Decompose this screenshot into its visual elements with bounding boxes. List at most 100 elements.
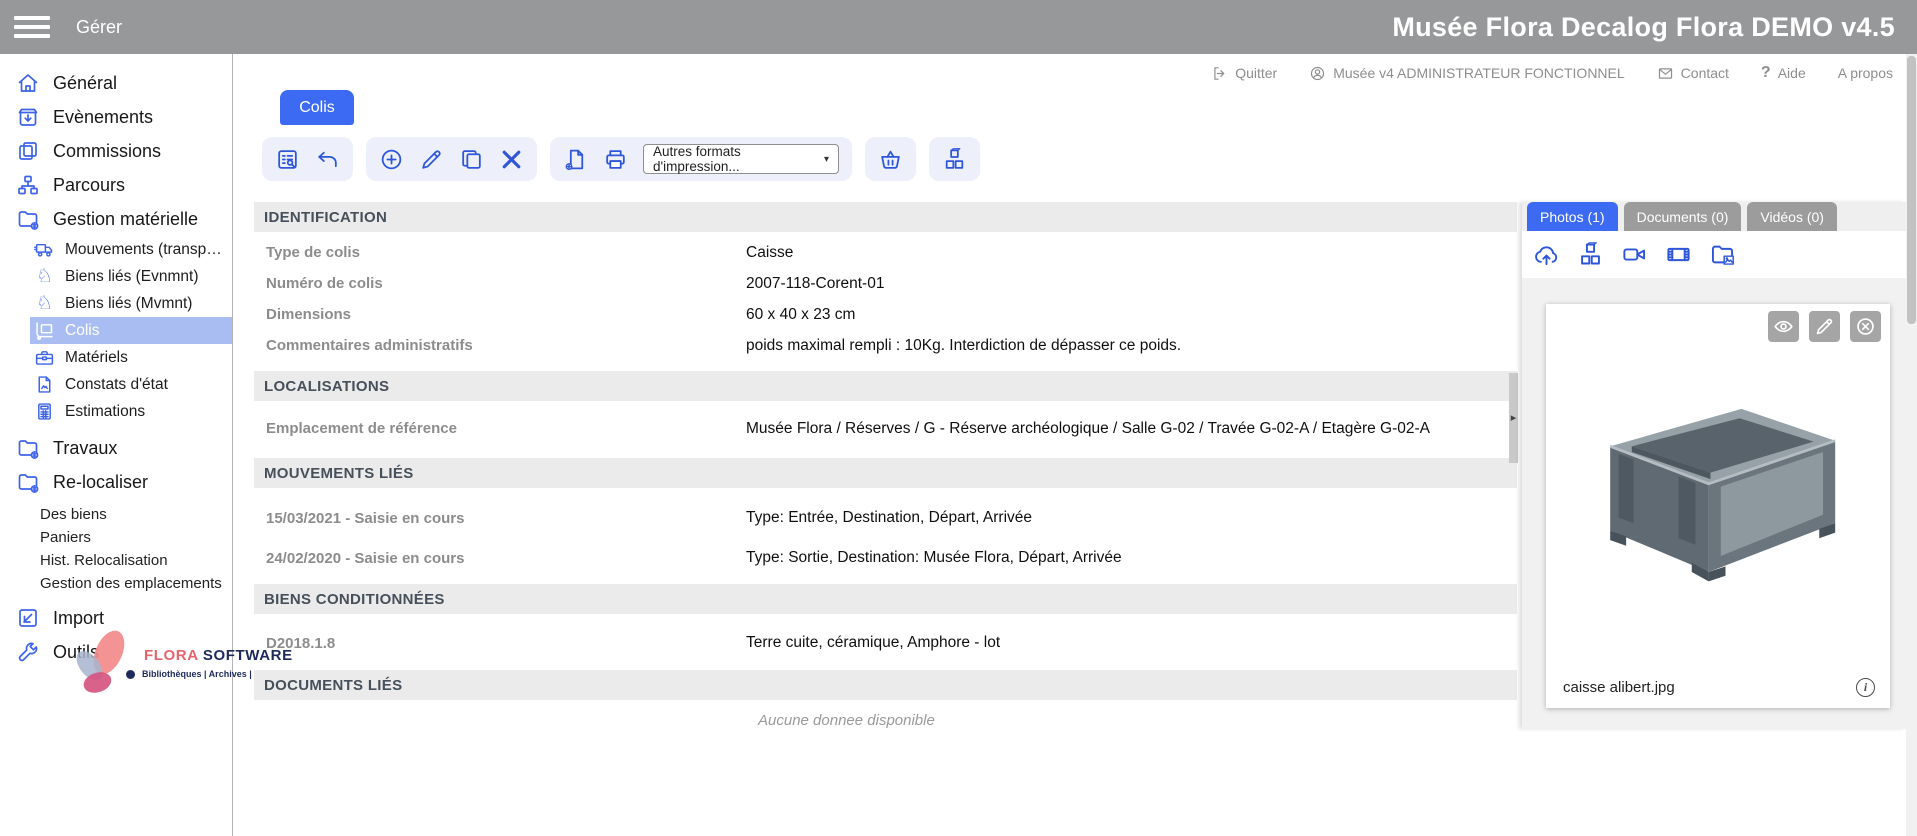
contact-button[interactable]: Contact (1657, 65, 1729, 82)
filmstrip-button[interactable] (1665, 241, 1692, 268)
basket-icon (878, 147, 903, 172)
sidebar-item-materiels[interactable]: Matériels (30, 344, 232, 371)
sidebar-item-label: Général (53, 72, 118, 93)
sidebar-item-des-biens[interactable]: Des biens (0, 503, 232, 526)
image-folder-button[interactable] (1709, 241, 1736, 268)
export-document-button[interactable] (563, 147, 588, 172)
item-row: D2018.1.8 Terre cuite, céramique, Amphor… (254, 624, 1517, 662)
section-localisations-rows: Emplacement de référence Musée Flora / R… (254, 401, 1517, 458)
sidebar-item-gestion-emplacements[interactable]: Gestion des emplacements (0, 572, 232, 595)
sidebar-item-paniers[interactable]: Paniers (0, 526, 232, 549)
sidebar-item-parcours[interactable]: Parcours (0, 168, 232, 202)
tab-photos[interactable]: Photos (1) (1527, 202, 1618, 231)
scrollbar-thumb[interactable] (1907, 56, 1916, 324)
print-format-select[interactable]: Autres formats d'impression... ▾ (643, 144, 839, 174)
sidebar-item-constats[interactable]: Constats d'état (30, 371, 232, 398)
user-label: Musée v4 ADMINISTRATEUR FONCTIONNEL (1333, 65, 1625, 81)
basket-button[interactable] (878, 147, 903, 172)
remove-photo-button[interactable] (1850, 311, 1881, 342)
logo-dot-icon (126, 669, 135, 679)
field-row: Emplacement de référence Musée Flora / R… (254, 413, 1517, 444)
sidebar-item-gestion-materielle[interactable]: Gestion matérielle (0, 202, 232, 236)
photo-card: caisse alibert.jpg i (1546, 304, 1890, 708)
cubes-icon (942, 147, 967, 172)
sidebar-item-hist-relocalisation[interactable]: Hist. Relocalisation (0, 549, 232, 572)
sidebar-item-biens-lies-mvmnt[interactable]: ♘ Biens liés (Mvmnt) (30, 290, 232, 317)
field-value: 60 x 40 x 23 cm (746, 305, 856, 323)
edit-button[interactable] (419, 147, 444, 172)
chevron-down-icon: ▾ (823, 153, 829, 165)
undo-button[interactable] (315, 147, 340, 172)
tab-colis[interactable]: Colis (280, 90, 354, 125)
sidebar-item-mouvements[interactable]: Mouvements (transp… (30, 236, 232, 263)
about-button[interactable]: A propos (1838, 65, 1893, 81)
field-value: poids maximal rempli : 10Kg. Interdictio… (746, 336, 1182, 354)
video-capture-button[interactable] (1621, 241, 1648, 268)
printer-icon (603, 147, 628, 172)
question-mark-icon: ? (1760, 64, 1771, 81)
help-button[interactable]: ? Aide (1761, 64, 1806, 82)
sidebar-item-label: Matériels (65, 348, 128, 366)
sidebar-item-label: Gestion matérielle (53, 208, 199, 229)
media-cubes-button[interactable] (1577, 241, 1604, 268)
hamburger-menu-icon[interactable] (14, 11, 50, 43)
tab-videos[interactable]: Vidéos (0) (1747, 202, 1837, 231)
print-button[interactable] (603, 147, 628, 172)
vertical-scrollbar[interactable] (1906, 54, 1917, 836)
sidebar-item-label: Re-localiser (53, 471, 149, 492)
toolbar: Autres formats d'impression... ▾ (262, 137, 980, 181)
sidebar-item-estimations[interactable]: Estimations (30, 398, 232, 425)
sidebar-item-biens-lies-evnmnt[interactable]: ♘ Biens liés (Evnmnt) (30, 263, 232, 290)
section-header-biens: BIENS CONDITIONNÉES (254, 584, 1517, 614)
delete-button[interactable] (499, 147, 524, 172)
photo-filename: caisse alibert.jpg (1563, 679, 1675, 696)
sidebar-item-general[interactable]: Général (0, 66, 232, 100)
logout-icon (1211, 65, 1228, 82)
sidebar-item-travaux[interactable]: Travaux (0, 431, 232, 465)
sidebar-item-label: Biens liés (Evnmnt) (65, 267, 199, 285)
manage-menu-label[interactable]: Gérer (76, 17, 122, 38)
add-button[interactable] (379, 147, 404, 172)
view-photo-button[interactable] (1768, 311, 1799, 342)
cubes-icon (1577, 241, 1604, 268)
truck-icon (34, 239, 55, 260)
duplicate-button[interactable] (459, 147, 484, 172)
toolbar-group-edit (366, 137, 537, 181)
sidebar-item-label: Parcours (53, 174, 126, 195)
pencil-icon (1814, 316, 1835, 337)
copy-icon (459, 147, 484, 172)
about-label: A propos (1837, 65, 1893, 81)
sidebar-item-label: Constats d'état (65, 375, 168, 393)
sidebar-item-relocaliser[interactable]: Re-localiser (0, 465, 232, 499)
toolbar-group-basket (865, 137, 916, 181)
tab-documents[interactable]: Documents (0) (1623, 202, 1742, 231)
field-label: Commentaires administratifs (266, 337, 473, 354)
photo-thumbnail[interactable] (1568, 366, 1868, 596)
import-icon (16, 606, 40, 630)
field-row: Type de colis Caisse (254, 237, 1517, 268)
mail-icon (1657, 65, 1674, 82)
folder-image-icon (1709, 241, 1736, 268)
current-user[interactable]: Musée v4 ADMINISTRATEUR FONCTIONNEL (1309, 65, 1625, 82)
document-icon (34, 374, 55, 395)
list-search-button[interactable] (275, 147, 300, 172)
panel-collapse-handle[interactable]: ▸ (1509, 373, 1518, 463)
folder-globe-icon (16, 207, 40, 231)
quit-button[interactable]: Quitter (1211, 65, 1277, 82)
toolbar-group-search (262, 137, 353, 181)
sidebar-item-evenements[interactable]: Evènements (0, 100, 232, 134)
sidebar-item-colis-selected[interactable]: Colis (30, 317, 232, 344)
section-header-documents: DOCUMENTS LIÉS (254, 670, 1517, 700)
info-icon[interactable]: i (1856, 678, 1875, 697)
folders-icon (16, 139, 40, 163)
edit-photo-button[interactable] (1809, 311, 1840, 342)
upload-photo-button[interactable] (1533, 241, 1560, 268)
field-value: 2007-118-Corent-01 (746, 274, 885, 292)
field-label: Dimensions (266, 306, 352, 323)
field-row: Commentaires administratifs poids maxima… (254, 330, 1517, 361)
sidebar-item-commissions[interactable]: Commissions (0, 134, 232, 168)
folder-globe-icon (16, 436, 40, 460)
home-icon (16, 71, 40, 95)
sitemap-icon (16, 173, 40, 197)
cubes-button[interactable] (942, 147, 967, 172)
